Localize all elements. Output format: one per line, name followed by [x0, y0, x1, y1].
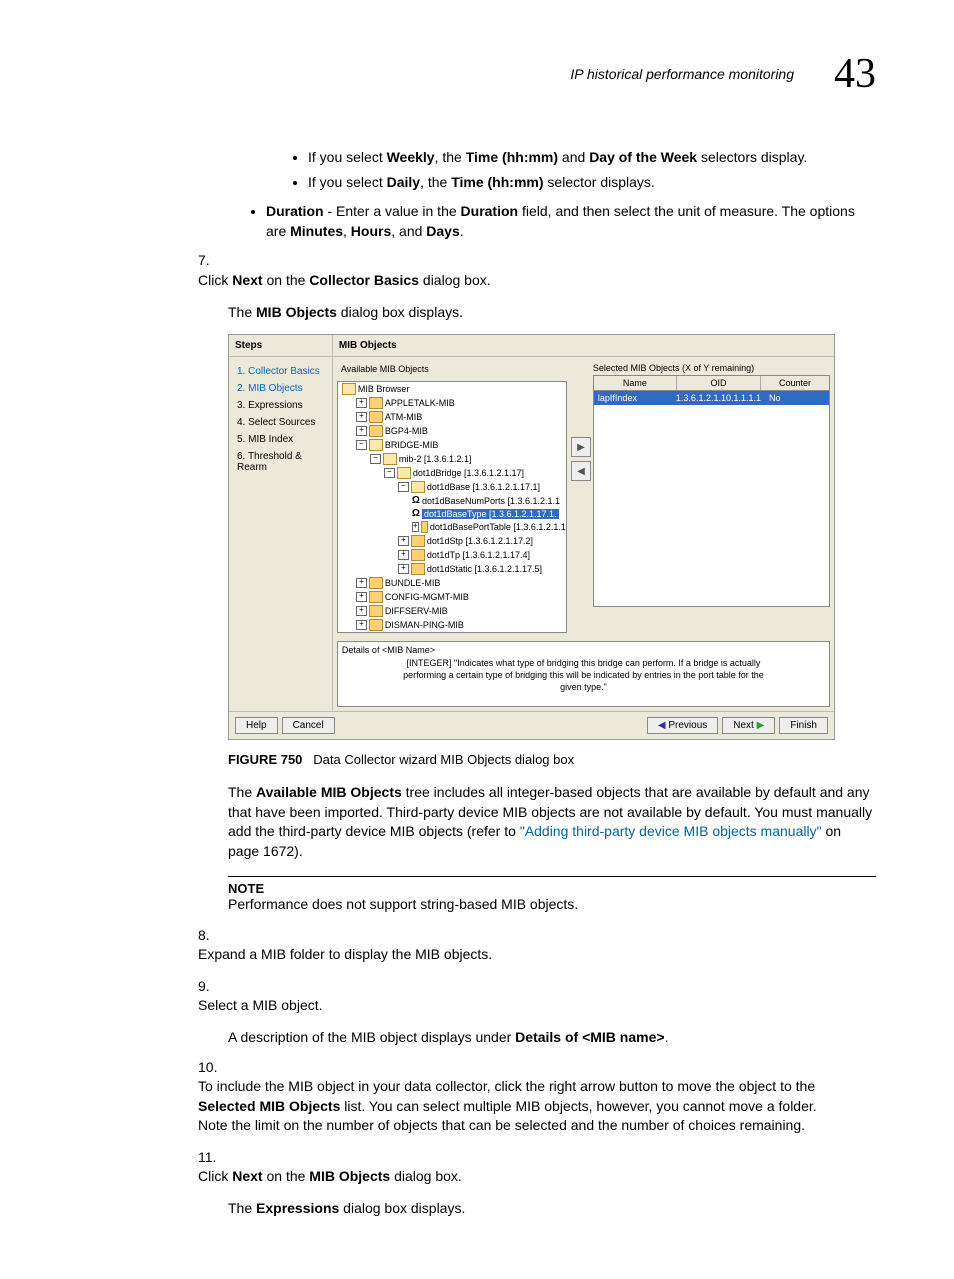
available-mib-label: Available MIB Objects [337, 361, 571, 377]
wizard-step-5[interactable]: 5. MIB Index [237, 431, 324, 448]
main-bullet: Duration - Enter a value in the Duration… [226, 202, 876, 241]
next-button[interactable]: Next ▶ [722, 717, 775, 734]
step-11-result: The Expressions dialog box displays. [228, 1199, 876, 1219]
folder-icon [411, 549, 425, 561]
dialog-screenshot: Steps 1. Collector Basics 2. MIB Objects… [228, 334, 835, 740]
folder-icon [369, 577, 383, 589]
bullet-weekly: If you select Weekly, the Time (hh:mm) a… [308, 148, 876, 168]
sub-bullets: If you select Weekly, the Time (hh:mm) a… [268, 148, 876, 192]
move-left-button[interactable]: ◀ [571, 461, 591, 481]
mib-panel-title: MIB Objects [333, 335, 834, 357]
chapter-number: 43 [834, 50, 876, 98]
step-10: 10. To include the MIB object in your da… [198, 1058, 876, 1136]
expand-icon[interactable]: + [356, 398, 367, 408]
folder-icon [411, 535, 425, 547]
para-available-mib: The Available MIB Objects tree includes … [228, 783, 876, 861]
selected-mib-label: Selected MIB Objects (X of Y remaining) [593, 361, 830, 375]
page-header: IP historical performance monitoring 43 [78, 50, 876, 98]
wizard-step-6[interactable]: 6. Threshold & Rearm [237, 448, 324, 476]
expand-icon[interactable]: + [356, 606, 367, 616]
move-right-button[interactable]: ▶ [571, 437, 591, 457]
wizard-step-3[interactable]: 3. Expressions [237, 397, 324, 414]
wizard-step-2[interactable]: 2. MIB Objects [237, 380, 324, 397]
folder-icon [369, 591, 383, 603]
wizard-step-4[interactable]: 4. Select Sources [237, 414, 324, 431]
folder-icon [421, 521, 428, 533]
finish-button[interactable]: Finish [779, 717, 828, 734]
col-oid: OID [677, 376, 761, 390]
folder-icon [369, 397, 383, 409]
steps-panel-title: Steps [229, 335, 332, 357]
expand-icon[interactable]: + [356, 426, 367, 436]
tree-node-selected[interactable]: dot1dBaseType [1.3.6.1.2.1.17.1. [422, 509, 559, 519]
folder-open-icon [342, 383, 356, 395]
collapse-icon[interactable]: − [356, 440, 367, 450]
expand-icon[interactable]: + [356, 592, 367, 602]
details-title: Details of <MIB Name> [338, 642, 829, 658]
figure-caption: FIGURE 750 Data Collector wizard MIB Obj… [228, 752, 876, 767]
collapse-icon[interactable]: − [398, 482, 409, 492]
wizard-steps-list: 1. Collector Basics 2. MIB Objects 3. Ex… [229, 357, 332, 482]
step-9: 9. Select a MIB object. [198, 977, 876, 1016]
col-counter: Counter [761, 376, 829, 390]
details-text: [INTEGER] "Indicates what type of bridgi… [338, 658, 829, 693]
folder-open-icon [411, 481, 425, 493]
step-11: 11. Click Next on the MIB Objects dialog… [198, 1148, 876, 1187]
folder-open-icon [397, 467, 411, 479]
expand-icon[interactable]: + [412, 522, 419, 532]
expand-icon[interactable]: + [398, 536, 409, 546]
help-button[interactable]: Help [235, 717, 278, 734]
folder-icon [369, 619, 383, 631]
note-block: NOTE Performance does not support string… [228, 876, 876, 912]
bullet-daily: If you select Daily, the Time (hh:mm) se… [308, 173, 876, 193]
details-panel: Details of <MIB Name> [INTEGER] "Indicat… [337, 641, 830, 707]
collapse-icon[interactable]: − [370, 454, 381, 464]
step-7-result: The MIB Objects dialog box displays. [228, 303, 876, 323]
step-8: 8. Expand a MIB folder to display the MI… [198, 926, 876, 965]
expand-icon[interactable]: + [356, 578, 367, 588]
folder-icon [369, 605, 383, 617]
omega-icon: Ω [412, 508, 420, 519]
link-adding-mib[interactable]: "Adding third-party device MIB objects m… [520, 823, 822, 839]
table-row[interactable]: lapIfIndex 1.3.6.1.2.1.10.1.1.1.1 No [594, 391, 829, 405]
collapse-icon[interactable]: − [384, 468, 395, 478]
col-name: Name [594, 376, 677, 390]
wizard-step-1[interactable]: 1. Collector Basics [237, 363, 324, 380]
folder-open-icon [383, 453, 397, 465]
bullet-duration: Duration - Enter a value in the Duration… [266, 202, 876, 241]
folder-icon [411, 563, 425, 575]
previous-button[interactable]: ◀ Previous [647, 717, 718, 734]
expand-icon[interactable]: + [356, 620, 367, 630]
header-title: IP historical performance monitoring [570, 66, 794, 82]
omega-icon: Ω [412, 495, 420, 506]
expand-icon[interactable]: + [398, 550, 409, 560]
selected-mib-table[interactable]: Name OID Counter lapIfIndex 1.3.6.1.2.1.… [593, 375, 830, 607]
folder-icon [369, 425, 383, 437]
expand-icon[interactable]: + [398, 564, 409, 574]
expand-icon[interactable]: + [356, 412, 367, 422]
step-9-result: A description of the MIB object displays… [228, 1028, 876, 1048]
folder-open-icon [369, 439, 383, 451]
folder-icon [369, 411, 383, 423]
step-7: 7. Click Next on the Collector Basics di… [198, 251, 876, 290]
mib-tree[interactable]: MIB Browser +APPLETALK-MIB +ATM-MIB +BGP… [337, 381, 567, 633]
cancel-button[interactable]: Cancel [282, 717, 335, 734]
note-text: Performance does not support string-base… [228, 896, 876, 912]
